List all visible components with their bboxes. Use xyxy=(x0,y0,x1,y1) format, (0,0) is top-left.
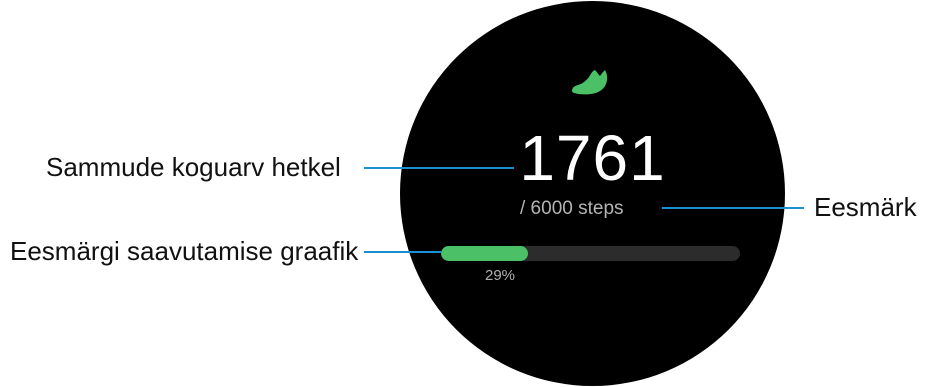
illustration: 1761 / 6000 steps 29% Sammude koguarv he… xyxy=(0,0,925,387)
callout-line-current-steps xyxy=(364,167,514,169)
goal-progress-fill xyxy=(441,246,528,261)
callout-goal: Eesmärk xyxy=(814,192,917,222)
step-count: 1761 xyxy=(519,122,666,194)
callout-line-progress-graph xyxy=(364,251,442,253)
goal-progress-percent: 29% xyxy=(485,267,516,284)
callout-progress-graph: Eesmärgi saavutamise graafik xyxy=(10,236,359,266)
shoe-icon xyxy=(572,70,608,95)
goal-progress-bar xyxy=(441,246,740,261)
callout-line-goal xyxy=(662,207,804,209)
step-goal: / 6000 steps xyxy=(520,198,624,219)
callout-current-steps: Sammude koguarv hetkel xyxy=(46,152,341,182)
watch-face: 1761 / 6000 steps 29% xyxy=(400,1,785,386)
